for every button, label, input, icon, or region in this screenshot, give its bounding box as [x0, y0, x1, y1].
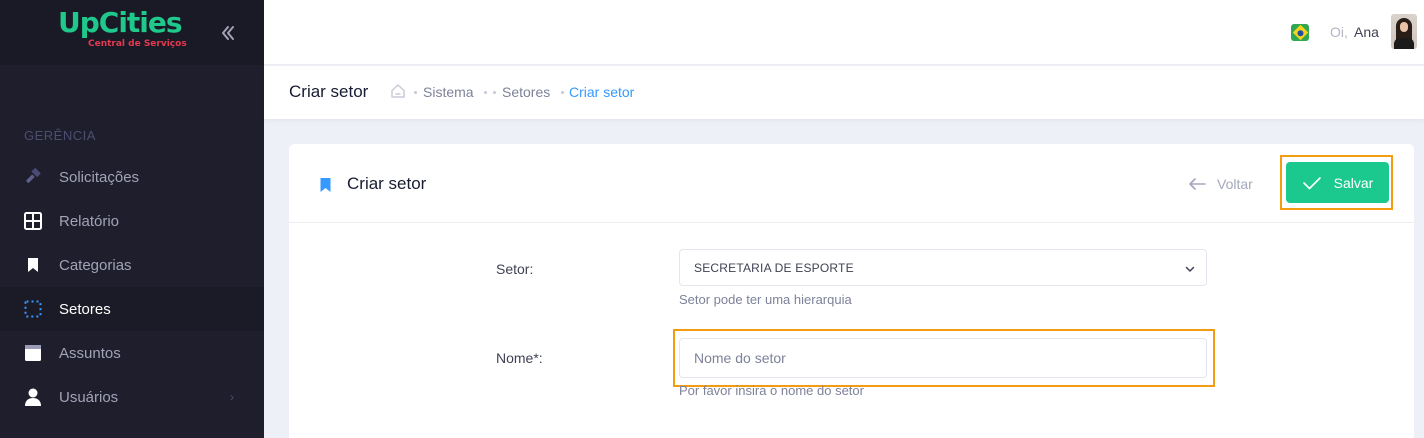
- setor-select-value: SECRETARIA DE ESPORTE: [694, 261, 854, 275]
- chevron-down-icon: [1184, 262, 1196, 280]
- brand-name: UpCities: [58, 6, 183, 39]
- user-name[interactable]: Ana: [1354, 24, 1379, 40]
- sidebar-item-setores[interactable]: Setores: [0, 287, 264, 331]
- nome-highlight: [673, 329, 1215, 387]
- sidebar-item-relatorio[interactable]: Relatório: [0, 199, 264, 243]
- setor-help: Setor pode ter uma hierarquia: [679, 292, 852, 307]
- sidebar-item-categorias[interactable]: Categorias: [0, 243, 264, 287]
- sidebar-item-label: Relatório: [59, 212, 120, 230]
- brazil-flag-icon[interactable]: [1291, 24, 1309, 41]
- sidebar-header: UpCities Central de Serviços: [0, 0, 264, 65]
- back-button-label: Voltar: [1217, 176, 1253, 192]
- avatar[interactable]: [1391, 14, 1417, 49]
- back-button[interactable]: Voltar: [1187, 173, 1253, 195]
- breadcrumb-separator: [484, 91, 487, 94]
- breadcrumb-item-setores[interactable]: Setores: [502, 84, 550, 100]
- sidebar-item-label: Categorias: [59, 256, 132, 274]
- sidebar-item-assuntos[interactable]: Assuntos: [0, 331, 264, 375]
- sidebar-section-label: GERÊNCIA: [24, 128, 96, 143]
- sidebar-item-label: Setores: [59, 300, 111, 318]
- breadcrumb-separator: [561, 91, 564, 94]
- sidebar: UpCities Central de Serviços GERÊNCIA So…: [0, 0, 264, 438]
- arrow-left-icon: [1189, 178, 1206, 190]
- user-icon: [24, 388, 42, 406]
- dotted-square-icon: [24, 300, 42, 318]
- card-title: Criar setor: [347, 174, 427, 193]
- user-greeting: Oi,: [1330, 24, 1348, 40]
- form-card: Criar setor Voltar Salvar Setor: SECRETA…: [289, 144, 1414, 438]
- brand-logo[interactable]: UpCities Central de Serviços: [58, 6, 187, 50]
- breadcrumb-item-sistema[interactable]: Sistema: [423, 84, 474, 100]
- nome-label: Nome*:: [496, 350, 543, 366]
- document-icon: [24, 344, 42, 362]
- grid-icon: [24, 212, 42, 230]
- breadcrumb-item-current[interactable]: Criar setor: [569, 84, 634, 100]
- setor-label: Setor:: [496, 261, 534, 277]
- setor-select[interactable]: SECRETARIA DE ESPORTE: [679, 249, 1207, 286]
- sidebar-item-label: Usuários: [59, 388, 119, 406]
- breadcrumb-separator: [493, 91, 496, 94]
- topbar: Oi, Ana: [264, 0, 1424, 65]
- save-highlight: Salvar: [1280, 155, 1393, 210]
- sidebar-item-solicitacoes[interactable]: Solicitações: [0, 155, 264, 199]
- check-icon: [1302, 176, 1321, 189]
- bookmark-icon: [319, 177, 332, 198]
- bookmark-icon: [24, 256, 42, 274]
- home-icon[interactable]: [390, 83, 406, 99]
- save-button-label: Salvar: [1333, 174, 1374, 191]
- sidebar-item-usuarios[interactable]: Usuários ›: [0, 375, 264, 419]
- chevron-right-icon: ›: [230, 390, 234, 404]
- breadcrumb-separator: [414, 91, 417, 94]
- sidebar-collapse-icon[interactable]: [217, 22, 239, 44]
- save-button[interactable]: Salvar: [1286, 162, 1389, 203]
- subheader: Criar setor Sistema Setores Criar setor: [264, 66, 1424, 119]
- sidebar-item-label: Solicitações: [59, 168, 140, 186]
- hammer-icon: [24, 168, 42, 186]
- page-title: Criar setor: [289, 82, 369, 101]
- nome-help: Por favor insira o nome do setor: [679, 383, 864, 398]
- nome-input[interactable]: [679, 338, 1207, 378]
- brand-tagline: Central de Serviços: [88, 39, 187, 49]
- sidebar-item-label: Assuntos: [59, 344, 121, 362]
- card-header: Criar setor Voltar Salvar: [289, 144, 1414, 223]
